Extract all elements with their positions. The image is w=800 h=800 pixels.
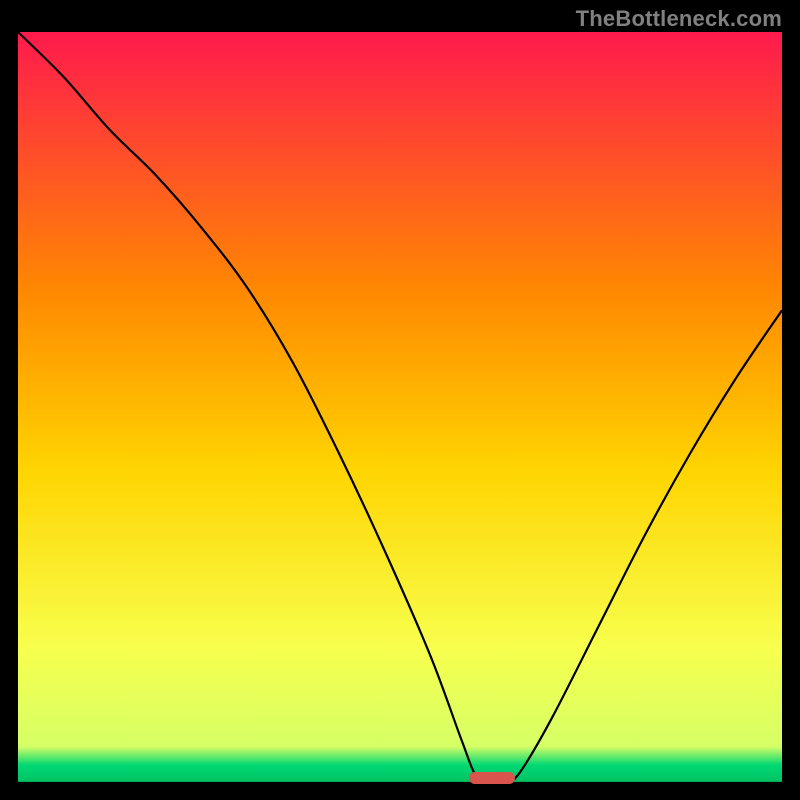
watermark-label: TheBottleneck.com [576,6,782,32]
plot-svg [18,32,782,784]
gradient-fill [18,32,782,784]
chart-stage: TheBottleneck.com [0,0,800,800]
optimal-range-marker [469,772,515,784]
plot-area [18,32,782,784]
